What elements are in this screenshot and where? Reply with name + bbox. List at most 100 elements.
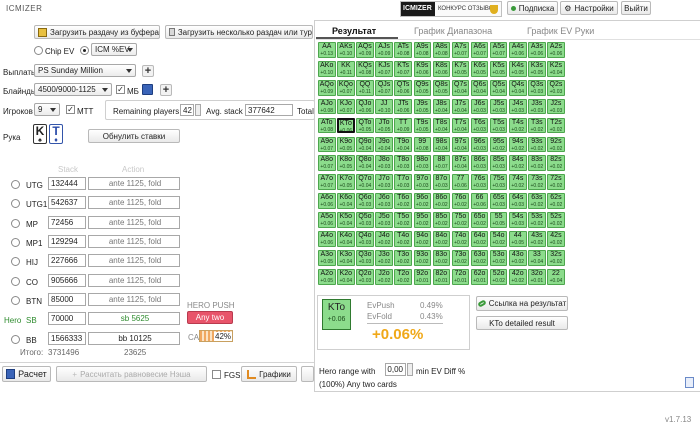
hand-cell[interactable]: 64s +0.03: [509, 193, 527, 209]
hand-cell[interactable]: 22 +0.04: [547, 268, 565, 285]
hand-cell[interactable]: 73s +0.02: [528, 174, 546, 191]
hand-cell[interactable]: T9o +0.04: [394, 136, 412, 153]
hand-cell[interactable]: K9o +0.05: [337, 136, 355, 153]
stack-input[interactable]: 85000: [48, 293, 86, 306]
action-field[interactable]: ante 1125, fold: [88, 177, 180, 190]
hand-cell[interactable]: 99 +0.08: [413, 136, 431, 153]
hand-cell[interactable]: T6o +0.02: [394, 193, 412, 209]
hand-cell[interactable]: 32o +0.01: [528, 268, 546, 285]
hand-cell[interactable]: J2o +0.02: [375, 268, 393, 285]
hand-cell[interactable]: K2s +0.04: [547, 60, 565, 77]
hand-cell[interactable]: J7o +0.03: [375, 174, 393, 191]
hand-cell[interactable]: 85s +0.03: [489, 155, 508, 172]
hand-cell[interactable]: 95s +0.02: [489, 136, 508, 153]
detailed-result-button[interactable]: KTo detailed result: [476, 316, 568, 330]
hand-cell[interactable]: J2s +0.03: [547, 98, 565, 115]
hand-cell[interactable]: K7o +0.05: [337, 174, 355, 191]
range-spinner[interactable]: [407, 363, 413, 376]
hand-cell[interactable]: 43s +0.02: [528, 231, 546, 247]
hand-cell[interactable]: A3s +0.06: [528, 42, 546, 58]
hand-cell[interactable]: A3o +0.05: [318, 249, 336, 266]
hand-cell[interactable]: AQs +0.09: [356, 42, 374, 58]
hand-cell[interactable]: Q4s +0.04: [509, 79, 527, 96]
hand-cell[interactable]: T9s +0.05: [413, 117, 431, 134]
hand-cell[interactable]: Q8s +0.05: [432, 79, 451, 96]
hand-cell[interactable]: 65s +0.03: [489, 193, 508, 209]
hand-cell[interactable]: 74s +0.02: [509, 174, 527, 191]
hand-cell[interactable]: KJs +0.07: [375, 60, 393, 77]
avg-stack-input[interactable]: 377642: [245, 104, 293, 116]
hand-cell[interactable]: A7s +0.07: [451, 42, 470, 58]
hand-cell[interactable]: 75o +0.02: [451, 212, 470, 228]
hand-cell[interactable]: T2o +0.02: [394, 268, 412, 285]
hand-cell[interactable]: 63s +0.02: [528, 193, 546, 209]
reset-bets-button[interactable]: Обнулить ставки: [88, 129, 180, 143]
load-multi-button[interactable]: Загрузить несколько раздач или тур: [165, 25, 313, 39]
hand-cell[interactable]: 98s +0.04: [432, 136, 451, 153]
hand-cell[interactable]: K9s +0.06: [413, 60, 431, 77]
hand-cell[interactable]: J5o +0.03: [375, 212, 393, 228]
hand-cell[interactable]: T7o +0.03: [394, 174, 412, 191]
hand-cell[interactable]: 54s +0.03: [509, 212, 527, 228]
hand-cell[interactable]: A8s +0.08: [432, 42, 451, 58]
subscribe-button[interactable]: Подписка: [507, 1, 558, 15]
hand-cell[interactable]: 72s +0.02: [547, 174, 565, 191]
hand-cell[interactable]: J9s +0.05: [413, 98, 431, 115]
hand-cell[interactable]: A9o +0.07: [318, 136, 336, 153]
hand-cell[interactable]: J8o +0.03: [375, 155, 393, 172]
hand-cell[interactable]: 52s +0.02: [547, 212, 565, 228]
hand-cell[interactable]: KTs +0.07: [394, 60, 412, 77]
mp-radio[interactable]: [11, 219, 20, 228]
utg1-radio[interactable]: [11, 199, 20, 208]
hand-cell[interactable]: QTo +0.05: [356, 117, 374, 134]
hand-cell[interactable]: A5o +0.06: [318, 212, 336, 228]
hand-cell[interactable]: 65o +0.02: [470, 212, 489, 228]
action-field[interactable]: ante 1125, fold: [88, 254, 180, 267]
hand-cell[interactable]: Q4o +0.03: [356, 231, 374, 247]
hand-cell[interactable]: 85o +0.02: [432, 212, 451, 228]
hand-cell[interactable]: A4o +0.06: [318, 231, 336, 247]
blinds-select[interactable]: 4500/9000-1125: [34, 83, 112, 96]
document-icon[interactable]: [685, 377, 694, 388]
stack-input[interactable]: 905666: [48, 274, 86, 287]
hand-cell[interactable]: 97s +0.04: [451, 136, 470, 153]
graphs-extra-button[interactable]: [301, 366, 314, 382]
remaining-spinner[interactable]: [195, 104, 201, 116]
graphs-button[interactable]: Графики: [241, 366, 297, 382]
hand-cell[interactable]: Q6s +0.04: [470, 79, 489, 96]
hand-cell[interactable]: AQo +0.09: [318, 79, 336, 96]
hand-cell[interactable]: T6s +0.03: [470, 117, 489, 134]
hand-cell[interactable]: 87s +0.04: [451, 155, 470, 172]
hand-cell[interactable]: J3s +0.03: [528, 98, 546, 115]
hand-cell[interactable]: 94s +0.02: [509, 136, 527, 153]
hand-cell[interactable]: 53s +0.02: [528, 212, 546, 228]
hand-cell[interactable]: AJs +0.09: [375, 42, 393, 58]
hand-cell[interactable]: Q2s +0.03: [547, 79, 565, 96]
stack-input[interactable]: 72456: [48, 216, 86, 229]
mb-checkbox[interactable]: ✓: [116, 85, 125, 94]
hand-cell[interactable]: 75s +0.03: [489, 174, 508, 191]
hand-cell[interactable]: A2s +0.06: [547, 42, 565, 58]
hand-cell[interactable]: 96s +0.03: [470, 136, 489, 153]
hand-cell[interactable]: 97o +0.03: [413, 174, 431, 191]
icm-ev-radio[interactable]: [80, 46, 89, 55]
range-input[interactable]: 0,00: [385, 363, 406, 376]
hand-cell[interactable]: KTo +0.06: [337, 117, 355, 134]
hand-cell[interactable]: K7s +0.05: [451, 60, 470, 77]
hand-cell[interactable]: 92o +0.01: [413, 268, 431, 285]
hand-cell[interactable]: J3o +0.02: [375, 249, 393, 266]
hand-cell[interactable]: K3s +0.05: [528, 60, 546, 77]
hand-card-1[interactable]: K ♠: [33, 124, 47, 144]
hand-cell[interactable]: KJo +0.07: [337, 98, 355, 115]
hand-cell[interactable]: A6s +0.07: [470, 42, 489, 58]
hand-cell[interactable]: T4s +0.02: [509, 117, 527, 134]
hij-radio[interactable]: [11, 257, 20, 266]
hand-cell[interactable]: A7o +0.07: [318, 174, 336, 191]
hand-cell[interactable]: KQs +0.08: [356, 60, 374, 77]
hand-cell[interactable]: 72o +0.01: [451, 268, 470, 285]
hand-cell[interactable]: A2o +0.05: [318, 268, 336, 285]
tab-result[interactable]: Результат: [332, 26, 376, 36]
hand-cell[interactable]: J7s +0.04: [451, 98, 470, 115]
hand-cell[interactable]: Q3o +0.03: [356, 249, 374, 266]
hand-cell[interactable]: 43o +0.02: [509, 249, 527, 266]
